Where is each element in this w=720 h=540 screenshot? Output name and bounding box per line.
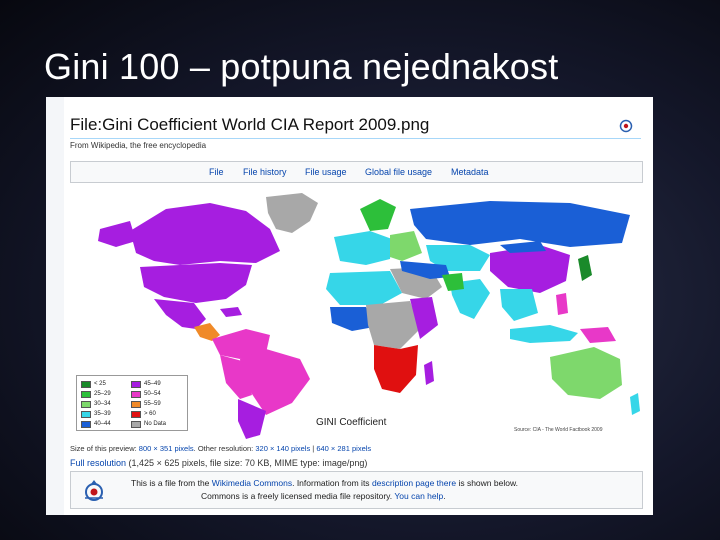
legend-item: 40–44 (81, 420, 111, 428)
legend-swatch (81, 380, 91, 388)
commons-text-d: Commons is a freely licensed media file … (201, 491, 393, 501)
legend-item: 35–39 (81, 410, 111, 418)
legend-item: > 60 (131, 410, 156, 418)
map-source: Source: CIA - The World Factbook 2009 (514, 427, 603, 433)
map-legend: < 25 25–29 30–34 35–39 40–44 45–49 50–54 (76, 375, 188, 431)
wiki-screenshot: File:Gini Coefficient World CIA Report 2… (46, 97, 653, 515)
legend-swatch (131, 400, 141, 408)
page-title: File:Gini Coefficient World CIA Report 2… (70, 115, 430, 134)
other-resolution-link-1[interactable]: 320 × 140 pixels (255, 444, 310, 453)
you-can-help-link[interactable]: You can help (394, 491, 443, 501)
legend-item: 55–59 (131, 400, 161, 408)
legend-swatch (131, 380, 141, 388)
legend-item: 25–29 (81, 390, 111, 398)
other-resolution-link-2[interactable]: 640 × 281 pixels (316, 444, 371, 453)
legend-swatch (81, 420, 91, 428)
legend-item: No Data (131, 420, 166, 428)
preview-current-size: 800 × 351 pixels (138, 444, 194, 453)
wikimedia-commons-icon (85, 480, 103, 501)
commons-text-e: . (443, 491, 446, 501)
legend-swatch (81, 400, 91, 408)
commons-text-a: This is a file from the (131, 478, 210, 488)
wikimedia-commons-link[interactable]: Wikimedia Commons (212, 478, 292, 488)
tab-file[interactable]: File (209, 167, 224, 177)
map-title: GINI Coefficient (316, 417, 387, 428)
full-resolution-details: (1,425 × 625 pixels, file size: 70 KB, M… (128, 458, 368, 468)
tab-metadata[interactable]: Metadata (451, 167, 489, 177)
preview-size-line: Size of this preview: 800 × 351 pixels. … (70, 444, 372, 453)
description-page-link[interactable]: description page there (372, 478, 456, 488)
heading-divider (70, 138, 641, 139)
from-line: From Wikipedia, the free encyclopedia (70, 141, 207, 150)
legend-swatch (81, 390, 91, 398)
legend-swatch (131, 420, 141, 428)
sidebar-strip (46, 97, 64, 515)
other-resolution-label: Other resolution: (197, 444, 254, 453)
file-tabs: File File history File usage Global file… (70, 161, 643, 183)
philippines (556, 293, 568, 315)
legend-swatch (81, 410, 91, 418)
legend-item: 30–34 (81, 400, 111, 408)
preview-prefix: Size of this preview: (70, 444, 137, 453)
tab-file-history[interactable]: File history (243, 167, 287, 177)
full-resolution-link[interactable]: Full resolution (70, 458, 126, 468)
legend-item: 45–49 (131, 380, 161, 388)
legend-swatch (131, 410, 141, 418)
western-europe (334, 231, 392, 265)
legend-swatch (131, 390, 141, 398)
legend-item: < 25 (81, 380, 106, 388)
commons-text-b: . Information from its (292, 478, 370, 488)
commons-line-2: Commons is a freely licensed media file … (201, 491, 446, 501)
tab-global-file-usage[interactable]: Global file usage (365, 167, 432, 177)
legend-item: 50–54 (131, 390, 161, 398)
full-resolution-line: Full resolution (1,425 × 625 pixels, fil… (70, 458, 367, 468)
commons-notice: This is a file from the Wikimedia Common… (70, 471, 643, 509)
slide-title: Gini 100 – potpuna nejednakost (44, 46, 559, 87)
commons-globe-icon (619, 119, 633, 133)
commons-line-1: This is a file from the Wikimedia Common… (131, 478, 518, 488)
tab-file-usage[interactable]: File usage (305, 167, 347, 177)
commons-text-c: is shown below. (458, 478, 518, 488)
